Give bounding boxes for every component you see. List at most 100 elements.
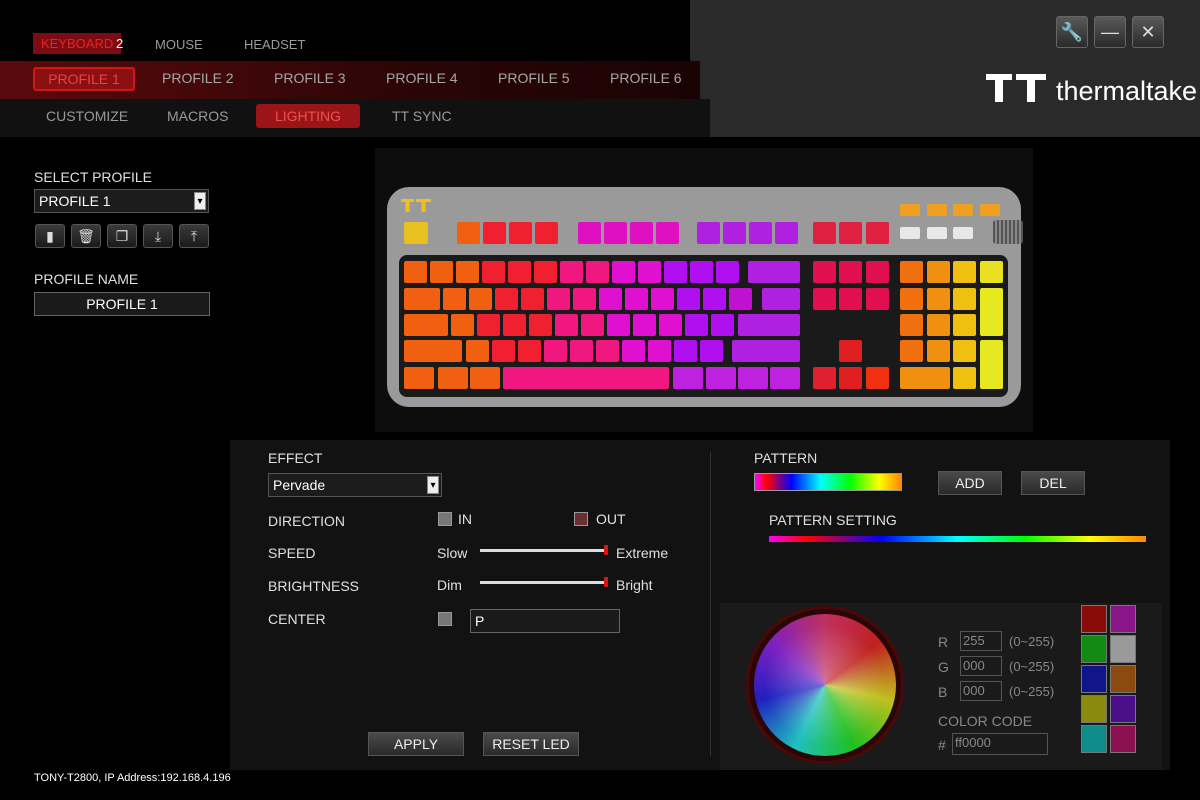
keyboard-key[interactable]	[622, 340, 645, 362]
keyboard-key[interactable]	[404, 261, 427, 283]
settings-button[interactable]: 🔧	[1056, 16, 1088, 48]
keyboard-key[interactable]	[509, 222, 532, 244]
tab-keyboard[interactable]: KEYBOARD	[33, 33, 122, 54]
keyboard-key[interactable]	[711, 314, 734, 336]
profile-tab-1[interactable]: PROFILE 1	[33, 67, 135, 91]
center-key-input[interactable]: P	[470, 609, 620, 633]
color-swatch[interactable]	[1110, 695, 1136, 723]
profile-name-input[interactable]: PROFILE 1	[34, 292, 210, 316]
keyboard-key[interactable]	[404, 288, 440, 310]
keyboard-key[interactable]	[430, 261, 453, 283]
brightness-slider[interactable]	[480, 581, 608, 584]
keyboard-key[interactable]	[813, 288, 836, 310]
profile-tab-5[interactable]: PROFILE 5	[498, 70, 570, 86]
keyboard-key[interactable]	[438, 367, 468, 389]
color-swatch[interactable]	[1081, 665, 1107, 693]
keyboard-key[interactable]	[866, 261, 889, 283]
color-swatch[interactable]	[1110, 605, 1136, 633]
keyboard-key[interactable]	[456, 261, 479, 283]
keyboard-key[interactable]	[690, 261, 713, 283]
red-input[interactable]: 255	[960, 631, 1002, 651]
keyboard-key[interactable]	[443, 288, 466, 310]
keyboard-key[interactable]	[482, 261, 505, 283]
keyboard-key[interactable]	[706, 367, 736, 389]
keyboard-key[interactable]	[529, 314, 552, 336]
brightness-slider-handle[interactable]	[604, 577, 608, 587]
keyboard-key[interactable]	[738, 367, 768, 389]
keyboard-key[interactable]	[633, 314, 656, 336]
blue-input[interactable]: 000	[960, 681, 1002, 701]
keyboard-key[interactable]	[404, 314, 448, 336]
keyboard-key[interactable]	[596, 340, 619, 362]
color-swatch[interactable]	[1081, 635, 1107, 663]
tab-tt-sync[interactable]: TT SYNC	[392, 108, 452, 124]
keyboard-key[interactable]	[813, 367, 836, 389]
save-profile-button[interactable]: ▮	[35, 224, 65, 248]
keyboard-key[interactable]	[900, 227, 920, 239]
keyboard-key[interactable]	[555, 314, 578, 336]
keyboard-key[interactable]	[813, 261, 836, 283]
keyboard-key[interactable]	[648, 340, 671, 362]
keyboard-key[interactable]	[700, 340, 723, 362]
keyboard-key[interactable]	[927, 261, 950, 283]
keyboard-key[interactable]	[570, 340, 593, 362]
green-input[interactable]: 000	[960, 656, 1002, 676]
color-swatch[interactable]	[1110, 725, 1136, 753]
keyboard-key[interactable]	[866, 222, 889, 244]
tab-macros[interactable]: MACROS	[167, 108, 228, 124]
keyboard-key[interactable]	[866, 367, 889, 389]
keyboard-key[interactable]	[953, 227, 973, 239]
keyboard-key[interactable]	[560, 261, 583, 283]
keyboard-key[interactable]	[604, 222, 627, 244]
keyboard-key[interactable]	[980, 340, 1003, 389]
tab-mouse[interactable]: MOUSE	[155, 37, 203, 52]
pattern-preview[interactable]	[754, 473, 902, 491]
keyboard-key[interactable]	[638, 261, 661, 283]
keyboard-key[interactable]	[729, 288, 752, 310]
keyboard-key[interactable]	[775, 222, 798, 244]
keyboard-key[interactable]	[503, 367, 669, 389]
keyboard-key[interactable]	[749, 222, 772, 244]
keyboard-key[interactable]	[748, 261, 800, 283]
keyboard-key[interactable]	[495, 288, 518, 310]
tab-headset[interactable]: HEADSET	[244, 37, 305, 52]
keyboard-key[interactable]	[723, 222, 746, 244]
keyboard-key[interactable]	[578, 222, 601, 244]
keyboard-key[interactable]	[839, 288, 862, 310]
keyboard-key[interactable]	[630, 222, 653, 244]
keyboard-key[interactable]	[673, 367, 703, 389]
keyboard-key[interactable]	[953, 367, 976, 389]
keyboard-key[interactable]	[534, 261, 557, 283]
keyboard-key[interactable]	[470, 367, 500, 389]
keyboard-key[interactable]	[607, 314, 630, 336]
keyboard-key[interactable]	[900, 288, 923, 310]
keyboard-key[interactable]	[503, 314, 526, 336]
color-code-input[interactable]: ff0000	[952, 733, 1048, 755]
keyboard-key[interactable]	[547, 288, 570, 310]
keyboard-key[interactable]	[900, 261, 923, 283]
color-swatch[interactable]	[1110, 635, 1136, 663]
import-profile-button[interactable]: ⤓	[143, 224, 173, 248]
apply-button[interactable]: APPLY	[368, 732, 464, 756]
direction-out-checkbox[interactable]	[574, 512, 588, 526]
pattern-gradient-bar[interactable]	[769, 536, 1146, 542]
keyboard-key[interactable]	[762, 288, 800, 310]
keyboard-key[interactable]	[625, 288, 648, 310]
export-profile-button[interactable]: ⤒	[179, 224, 209, 248]
keyboard-key[interactable]	[612, 261, 635, 283]
speed-slider[interactable]	[480, 549, 608, 552]
keyboard-key[interactable]	[508, 261, 531, 283]
keyboard-key[interactable]	[573, 288, 596, 310]
keyboard-key[interactable]	[659, 314, 682, 336]
keyboard-key[interactable]	[770, 367, 800, 389]
keyboard-key[interactable]	[404, 367, 434, 389]
keyboard-key[interactable]	[953, 340, 976, 362]
color-swatch[interactable]	[1081, 695, 1107, 723]
keyboard-key[interactable]	[927, 204, 947, 216]
keyboard-key[interactable]	[927, 314, 950, 336]
profile-tab-6[interactable]: PROFILE 6	[610, 70, 682, 86]
keyboard-key[interactable]	[656, 222, 679, 244]
keyboard-key[interactable]	[535, 222, 558, 244]
keyboard-key[interactable]	[703, 288, 726, 310]
keyboard-key[interactable]	[544, 340, 567, 362]
